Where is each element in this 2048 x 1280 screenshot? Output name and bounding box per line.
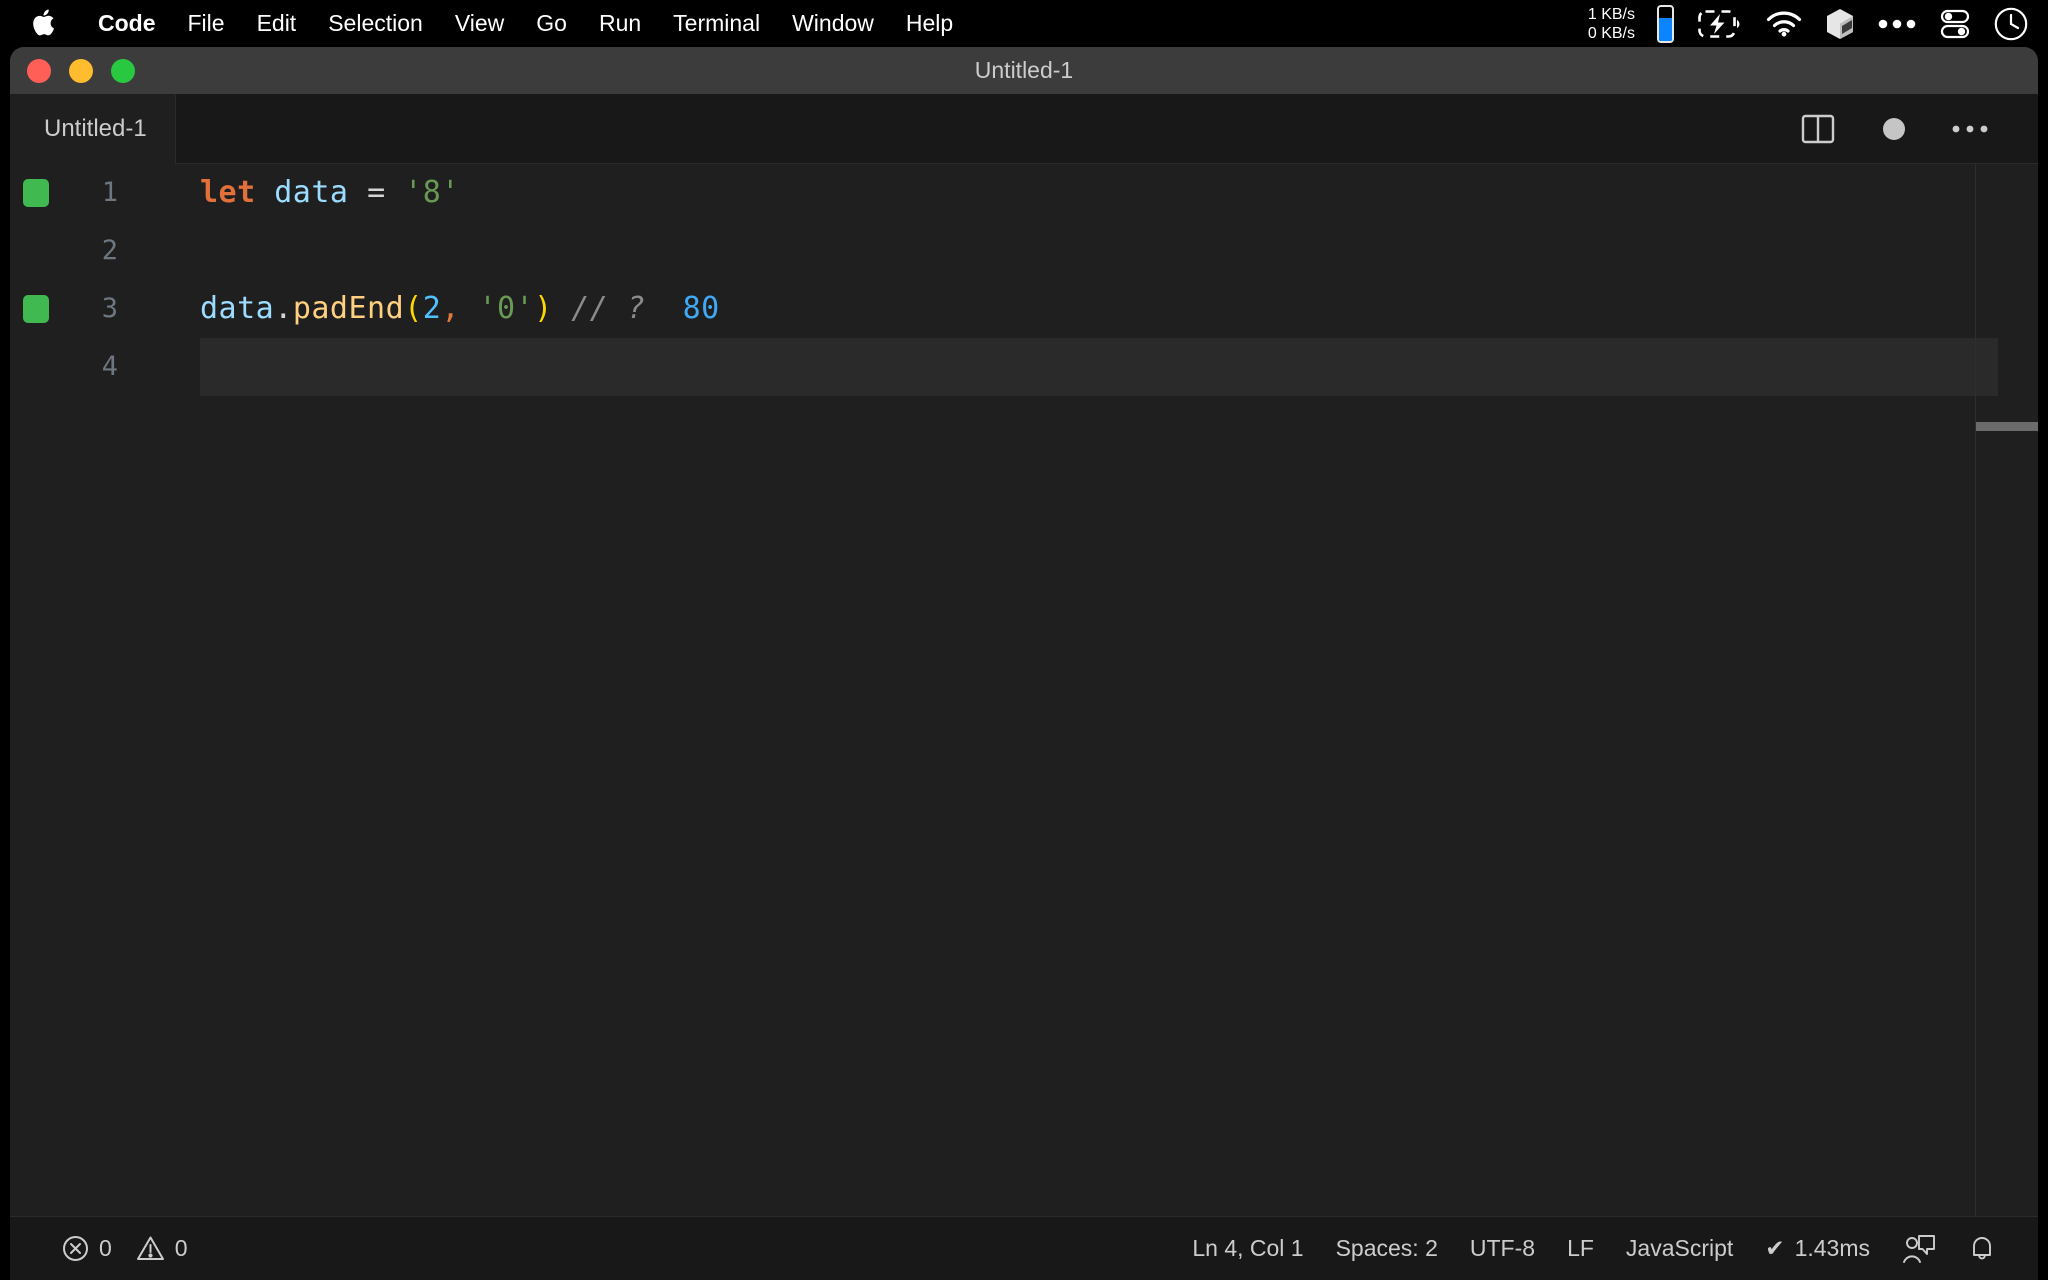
menu-item-selection[interactable]: Selection <box>312 12 439 35</box>
menu-item-code[interactable]: Code <box>82 12 172 35</box>
token-string-0: '0' <box>478 291 535 326</box>
coverage-marker <box>23 295 49 323</box>
tab-untitled-1[interactable]: Untitled-1 <box>10 93 176 164</box>
problems-status[interactable]: 0 0 <box>46 1235 204 1262</box>
encoding-status[interactable]: UTF-8 <box>1454 1235 1551 1262</box>
error-icon <box>62 1235 89 1262</box>
window-title: Untitled-1 <box>974 57 1074 83</box>
clock-icon[interactable] <box>1994 7 2028 41</box>
cube-icon[interactable] <box>1826 8 1854 40</box>
battery-pill-icon[interactable] <box>1657 4 1674 43</box>
bell-icon <box>1968 1234 1996 1264</box>
token-comma: , <box>441 291 460 326</box>
cursor-position-status[interactable]: Ln 4, Col 1 <box>1176 1235 1319 1262</box>
inline-result-value: 80 <box>682 291 720 326</box>
token-comment: // ? <box>571 291 646 326</box>
line-number: 1 <box>101 177 118 208</box>
runtime-duration: 1.43ms <box>1794 1235 1870 1261</box>
network-upload-speed: 0 KB/s <box>1587 24 1635 42</box>
menu-item-go[interactable]: Go <box>520 12 583 35</box>
zoom-window-button[interactable] <box>111 58 135 83</box>
token-keyword-let: let <box>200 175 256 210</box>
apple-logo-icon[interactable] <box>30 7 56 37</box>
coverage-marker <box>23 179 49 207</box>
check-icon: ✔ <box>1765 1235 1785 1261</box>
split-editor-icon[interactable] <box>1780 94 1856 164</box>
menu-item-file[interactable]: File <box>172 12 241 35</box>
menubar-status-icons: 1 KB/s 0 KB/s <box>1588 4 2032 43</box>
token-identifier-data: data <box>274 175 349 210</box>
menu-item-view[interactable]: View <box>439 12 520 35</box>
minimap[interactable] <box>1976 164 2038 1216</box>
code-editor[interactable]: 1 let data = '8' 2 3 data.padEnd(2, '0')… <box>10 164 2038 1216</box>
token-paren-open: ( <box>404 291 423 326</box>
token-paren-close: ) <box>534 291 553 326</box>
scrollbar-decoration[interactable] <box>1976 422 2038 431</box>
code-line-3-text: data.padEnd(2, '0') // ? 80 <box>200 291 720 326</box>
editor-tabbar: Untitled-1 <box>10 93 2038 164</box>
menu-item-terminal[interactable]: Terminal <box>657 12 776 35</box>
indentation-status[interactable]: Spaces: 2 <box>1320 1235 1454 1262</box>
token-dot: . <box>274 291 293 326</box>
line-number: 3 <box>101 293 118 324</box>
feedback-icon <box>1902 1234 1936 1264</box>
traffic-lights <box>10 58 135 83</box>
more-actions-icon[interactable] <box>1932 94 2008 164</box>
unsaved-dot-icon[interactable] <box>1856 94 1932 164</box>
macos-menubar: Code File Edit Selection View Go Run Ter… <box>0 0 2048 47</box>
token-method-padend: padEnd <box>292 291 405 326</box>
warning-count: 0 <box>174 1235 188 1261</box>
feedback-button[interactable] <box>1886 1234 1952 1264</box>
menu-item-edit[interactable]: Edit <box>241 12 313 35</box>
token-number-2: 2 <box>422 291 442 326</box>
vscode-window: Untitled-1 Untitled-1 1 let data = '8' 2… <box>10 47 2038 1280</box>
wifi-icon[interactable] <box>1766 11 1802 37</box>
menu-item-run[interactable]: Run <box>583 12 657 35</box>
token-operator-assign: = <box>367 175 386 210</box>
tab-label: Untitled-1 <box>44 115 147 142</box>
menu-item-window[interactable]: Window <box>776 12 890 35</box>
network-download-speed: 1 KB/s <box>1587 5 1635 23</box>
editor-line-3: 3 data.padEnd(2, '0') // ? 80 <box>10 280 2038 338</box>
window-titlebar: Untitled-1 <box>10 47 2038 94</box>
language-mode-status[interactable]: JavaScript <box>1610 1235 1749 1262</box>
control-center-icon[interactable] <box>1940 9 1970 39</box>
status-bar: 0 0 Ln 4, Col 1 Spaces: 2 UTF-8 LF JavaS… <box>10 1216 2038 1280</box>
menu-item-help[interactable]: Help <box>890 12 969 35</box>
minimize-window-button[interactable] <box>69 58 93 83</box>
line-number: 2 <box>101 235 118 266</box>
code-line-1-text: let data = '8' <box>200 175 460 210</box>
eol-status[interactable]: LF <box>1551 1235 1610 1262</box>
network-speed-indicator[interactable]: 1 KB/s 0 KB/s <box>1588 5 1635 43</box>
notifications-button[interactable] <box>1952 1234 2012 1264</box>
editor-line-4: 4 <box>10 338 2038 396</box>
token-string-8: '8' <box>404 175 460 210</box>
error-count: 0 <box>99 1235 112 1261</box>
warning-icon <box>136 1235 165 1262</box>
editor-action-buttons <box>1780 94 2038 164</box>
editor-line-1: 1 let data = '8' <box>10 164 2038 222</box>
line-number: 4 <box>101 351 118 382</box>
token-identifier-data: data <box>200 291 275 326</box>
current-line-highlight <box>200 338 1998 396</box>
close-window-button[interactable] <box>27 58 51 83</box>
ellipsis-icon[interactable] <box>1878 19 1916 29</box>
editor-line-2: 2 <box>10 222 2038 280</box>
runtime-status[interactable]: ✔ 1.43ms <box>1749 1235 1886 1262</box>
battery-charging-icon[interactable] <box>1698 9 1742 38</box>
